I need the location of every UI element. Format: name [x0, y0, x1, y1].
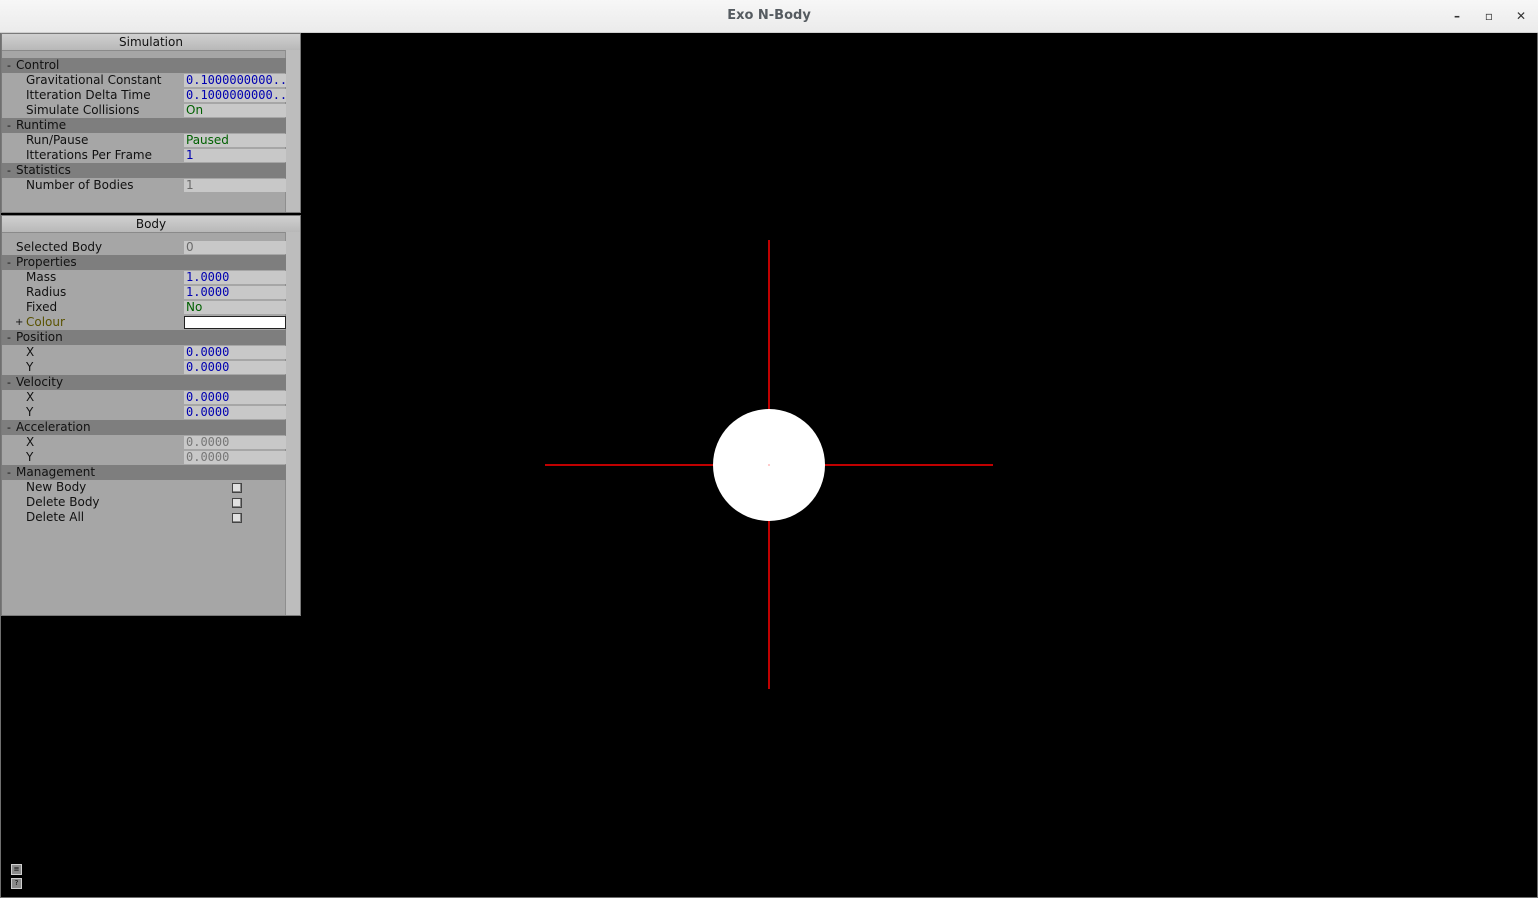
velocity-y-field[interactable]: 0.0000: [184, 406, 286, 419]
group-statistics[interactable]: - Statistics: [2, 163, 286, 178]
group-label: Statistics: [16, 163, 71, 177]
prop-mass: Mass 1.0000: [2, 270, 286, 285]
simulate-collisions-toggle[interactable]: On: [184, 104, 286, 117]
prop-delete-all: Delete All: [2, 510, 286, 525]
maximize-icon[interactable]: ▫: [1481, 8, 1497, 24]
collapse-icon[interactable]: -: [7, 375, 15, 390]
prop-acceleration-y: Y 0.0000: [2, 450, 286, 465]
iteration-delta-time-field[interactable]: 0.1000000000..: [184, 89, 286, 102]
mass-field[interactable]: 1.0000: [184, 271, 286, 284]
group-label: Runtime: [16, 118, 67, 132]
group-properties[interactable]: - Properties: [2, 255, 286, 270]
title-bar: Exo N-Body – ▫ ✕: [0, 0, 1538, 33]
prop-position-x: X 0.0000: [2, 345, 286, 360]
prop-label: Run/Pause: [26, 133, 89, 147]
prop-label: Itteration Delta Time: [26, 88, 151, 102]
prop-label: X: [26, 345, 35, 359]
prop-label: X: [26, 435, 35, 449]
collapse-icon[interactable]: -: [7, 58, 15, 73]
iterations-per-frame-field[interactable]: 1: [184, 149, 286, 162]
minimize-icon[interactable]: –: [1449, 8, 1465, 24]
group-label: Management: [16, 465, 96, 479]
body-center-marker: [768, 464, 770, 466]
prop-gravitational-constant: Gravitational Constant 0.1000000000..: [2, 73, 286, 88]
acceleration-x-value: 0.0000: [184, 436, 286, 449]
collapse-icon[interactable]: -: [7, 465, 15, 480]
prop-label: Fixed: [26, 300, 58, 314]
prop-label: X: [26, 390, 35, 404]
prop-label: Number of Bodies: [26, 178, 134, 192]
prop-label: Radius: [26, 285, 67, 299]
colour-swatch[interactable]: [184, 316, 286, 329]
fixed-toggle[interactable]: No: [184, 301, 286, 314]
prop-radius: Radius 1.0000: [2, 285, 286, 300]
prop-velocity-x: X 0.0000: [2, 390, 286, 405]
prop-label: New Body: [26, 480, 87, 494]
close-icon[interactable]: ✕: [1513, 8, 1529, 24]
prop-iteration-delta-time: Itteration Delta Time 0.1000000000..: [2, 88, 286, 103]
prop-delete-body: Delete Body: [2, 495, 286, 510]
group-velocity[interactable]: - Velocity: [2, 375, 286, 390]
prop-run-pause: Run/Pause Paused: [2, 133, 286, 148]
prop-colour: + Colour: [2, 315, 286, 330]
prop-label: Mass: [26, 270, 57, 284]
prop-label: Y: [26, 450, 34, 464]
position-y-field[interactable]: 0.0000: [184, 361, 286, 374]
delete-all-button[interactable]: [232, 513, 242, 523]
prop-label: Gravitational Constant: [26, 73, 162, 87]
prop-label: Y: [26, 360, 34, 374]
collapse-icon[interactable]: -: [7, 420, 15, 435]
radius-field[interactable]: 1.0000: [184, 286, 286, 299]
group-runtime[interactable]: - Runtime: [2, 118, 286, 133]
prop-label: Colour: [26, 315, 65, 329]
prop-position-y: Y 0.0000: [2, 360, 286, 375]
collapse-icon[interactable]: -: [7, 118, 15, 133]
expand-icon[interactable]: +: [15, 315, 23, 330]
group-management[interactable]: - Management: [2, 465, 286, 480]
prop-fixed: Fixed No: [2, 300, 286, 315]
simulation-panel-title[interactable]: Simulation: [2, 34, 300, 51]
prop-number-of-bodies: Number of Bodies 1: [2, 178, 286, 193]
velocity-x-field[interactable]: 0.0000: [184, 391, 286, 404]
group-label: Position: [16, 330, 63, 344]
group-label: Properties: [16, 255, 77, 269]
help-icon[interactable]: ?: [11, 878, 22, 889]
collapse-icon[interactable]: -: [7, 163, 15, 178]
toggle-panels-icon[interactable]: ≡: [11, 864, 22, 875]
acceleration-y-value: 0.0000: [184, 451, 286, 464]
group-control[interactable]: - Control: [2, 58, 286, 73]
collapse-icon[interactable]: -: [7, 255, 15, 270]
number-of-bodies-value: 1: [184, 179, 286, 192]
prop-label: Selected Body: [16, 240, 103, 254]
new-body-button[interactable]: [232, 483, 242, 493]
prop-label: Simulate Collisions: [26, 103, 140, 117]
group-position[interactable]: - Position: [2, 330, 286, 345]
gravitational-constant-field[interactable]: 0.1000000000..: [184, 74, 286, 87]
collapse-icon[interactable]: -: [7, 330, 15, 345]
position-x-field[interactable]: 0.0000: [184, 346, 286, 359]
window-title: Exo N-Body: [727, 8, 811, 23]
run-pause-toggle[interactable]: Paused: [184, 134, 286, 147]
group-label: Control: [16, 58, 60, 72]
group-acceleration[interactable]: - Acceleration: [2, 420, 286, 435]
simulation-panel: Simulation - Control Gravitational Const…: [1, 33, 301, 213]
prop-new-body: New Body: [2, 480, 286, 495]
prop-label: Y: [26, 405, 34, 419]
prop-simulate-collisions: Simulate Collisions On: [2, 103, 286, 118]
prop-selected-body: Selected Body 0: [2, 240, 286, 255]
prop-label: Delete Body: [26, 495, 100, 509]
prop-label: Itterations Per Frame: [26, 148, 152, 162]
group-label: Velocity: [16, 375, 64, 389]
prop-velocity-y: Y 0.0000: [2, 405, 286, 420]
prop-iterations-per-frame: Itterations Per Frame 1: [2, 148, 286, 163]
body-panel: Body Selected Body 0 - Properties Mass 1…: [1, 215, 301, 616]
body-panel-title[interactable]: Body: [2, 216, 300, 233]
prop-acceleration-x: X 0.0000: [2, 435, 286, 450]
prop-label: Delete All: [26, 510, 85, 524]
delete-body-button[interactable]: [232, 498, 242, 508]
selected-body-value: 0: [184, 241, 286, 254]
group-label: Acceleration: [16, 420, 91, 434]
